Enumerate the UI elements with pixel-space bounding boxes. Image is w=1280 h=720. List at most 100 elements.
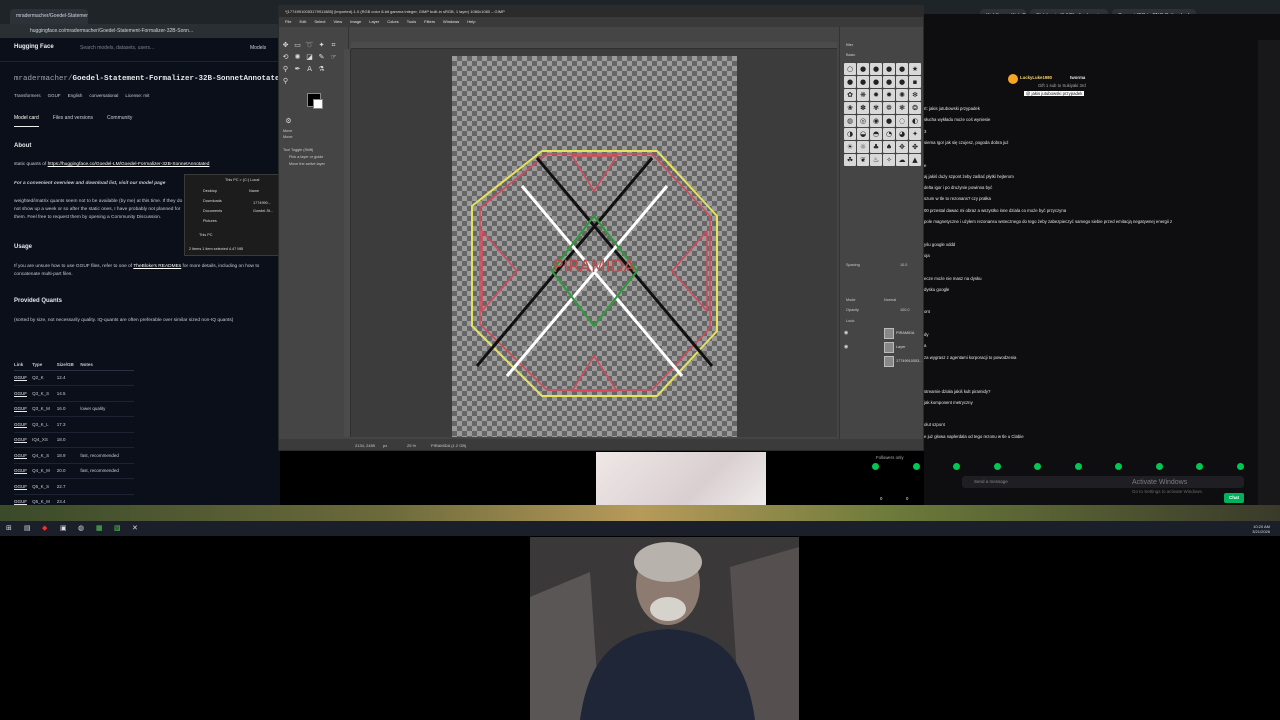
brush-preset-icon[interactable]: ♨	[870, 154, 882, 166]
tag-license[interactable]: License: mit	[125, 93, 149, 98]
gimp-taskbar-icon[interactable]: ◍	[78, 525, 85, 532]
brush-preset-icon[interactable]: ✸	[883, 89, 895, 101]
brush-set-label[interactable]: Basic	[846, 53, 855, 57]
brush-preset-icon[interactable]: ▲	[909, 154, 921, 166]
explorer-name-header[interactable]: Name	[249, 189, 259, 193]
folder-taskbar-icon[interactable]: ▣	[60, 525, 67, 532]
start-icon[interactable]: ⊞	[6, 525, 13, 532]
repo-name[interactable]: Goedel-Statement-Formalizer-32B-SonnetAn…	[73, 75, 280, 83]
brush-preset-icon[interactable]: ❀	[844, 102, 856, 114]
lasso-tool-icon[interactable]: ➰	[305, 41, 314, 50]
move-tool-icon[interactable]: ✥	[281, 41, 290, 50]
gimp-title-bar[interactable]: *[17749910053179911885] (imported)-1.0 (…	[279, 6, 923, 17]
spacing-value[interactable]: 10.0	[900, 263, 907, 267]
emote-icon[interactable]	[1155, 463, 1163, 470]
menu-layer[interactable]: Layer	[369, 19, 379, 25]
brush-preset-icon[interactable]: ✤	[909, 141, 921, 153]
brush-preset-icon[interactable]: ○	[844, 63, 856, 75]
smudge-tool-icon[interactable]: ☞	[329, 53, 338, 62]
usage-link[interactable]: TheBloke's READMEs	[133, 264, 181, 269]
menu-file[interactable]: File	[285, 19, 291, 25]
browser-tab-hf[interactable]: mradermacher/Goedel-Statement-	[10, 9, 88, 24]
quant-download-link[interactable]: GGUF	[14, 463, 33, 479]
layer-row-piramida[interactable]: ◉ PIRAMIDA	[844, 327, 922, 341]
menu-view[interactable]: View	[333, 19, 342, 25]
brush-preset-icon[interactable]: ◉	[870, 115, 882, 127]
tab-model-card[interactable]: Model card	[14, 115, 39, 127]
quant-download-link[interactable]: GGUF	[14, 478, 33, 495]
menu-tools[interactable]: Tools	[407, 19, 416, 25]
gimp-canvas-area[interactable]: PIRAMIDA	[351, 49, 837, 437]
explorer-item-desktop[interactable]: Desktop	[203, 189, 217, 193]
explorer-item-downloads[interactable]: Downloads	[203, 199, 222, 203]
brush-preset-icon[interactable]: ◕	[896, 128, 908, 140]
brush-preset-icon[interactable]: ❃	[896, 102, 908, 114]
layer-name[interactable]: 17749910053...	[896, 359, 922, 363]
brush-preset-icon[interactable]: ✾	[870, 102, 882, 114]
text-tool-icon[interactable]: A	[305, 65, 314, 74]
address-bar-left[interactable]: huggingface.co/mradermacher/Goedel-State…	[0, 24, 278, 38]
quant-download-link[interactable]: GGUF	[14, 401, 33, 417]
horizontal-ruler[interactable]	[351, 42, 837, 49]
brush-preset-icon[interactable]: ▪	[909, 76, 921, 88]
brush-preset-icon[interactable]: ●	[883, 115, 895, 127]
zoom-select[interactable]: 25 %	[407, 443, 416, 448]
brush-preset-icon[interactable]: ●	[857, 76, 869, 88]
clone-tool-icon[interactable]: ⚲	[281, 65, 290, 74]
brush-preset-icon[interactable]: ●	[870, 76, 882, 88]
brush-preset-icon[interactable]: ✺	[896, 89, 908, 101]
explorer-taskbar-icon[interactable]: ▤	[24, 525, 31, 532]
bucket-tool-icon[interactable]: ◪	[305, 53, 314, 62]
brush-preset-icon[interactable]: ●	[870, 63, 882, 75]
brush-preset-icon[interactable]: ◍	[844, 115, 856, 127]
explorer-file-1[interactable]: 1774990...	[253, 201, 271, 205]
brush-preset-icon[interactable]: ◐	[909, 115, 921, 127]
app-taskbar-icon[interactable]: ▦	[96, 525, 103, 532]
tag-transformers[interactable]: Transformers	[14, 93, 41, 98]
chat-send-button[interactable]: Chat	[1224, 493, 1244, 503]
quant-download-link[interactable]: GGUF	[14, 370, 33, 386]
emote-icon[interactable]	[1034, 463, 1041, 470]
menu-filters[interactable]: Filters	[424, 19, 435, 25]
brush-preset-icon[interactable]: ❁	[883, 102, 895, 114]
explorer-path[interactable]: This PC > (C:) Local	[225, 178, 259, 182]
brush-preset-icon[interactable]: ✽	[857, 102, 869, 114]
tool-options-tab-icon[interactable]: ⚙	[284, 117, 293, 126]
brush-preset-icon[interactable]: ●	[844, 76, 856, 88]
image-canvas[interactable]: PIRAMIDA	[452, 56, 737, 437]
fuzzy-select-icon[interactable]: ✦	[317, 41, 326, 50]
emote-icon[interactable]	[993, 463, 1001, 470]
chat-message-input[interactable]: Send a message	[962, 476, 1244, 488]
eye-icon[interactable]: ◉	[844, 330, 848, 336]
transform-tool-icon[interactable]: ⟲	[281, 53, 290, 62]
brush-preset-icon[interactable]: ❂	[909, 102, 921, 114]
about-link[interactable]: https://huggingface.co/Goedel-LM/Goedel-…	[48, 162, 210, 167]
brush-preset-icon[interactable]: ✿	[844, 89, 856, 101]
brush-preset-icon[interactable]: ✦	[909, 128, 921, 140]
emote-icon[interactable]	[912, 463, 920, 470]
brush-tool-icon[interactable]: ✎	[317, 53, 326, 62]
opacity-value[interactable]: 100.0	[900, 308, 910, 312]
hf-nav-models[interactable]: Models	[250, 45, 266, 51]
explorer-item-pictures[interactable]: Pictures	[203, 219, 217, 223]
brush-preset-icon[interactable]: ✻	[909, 89, 921, 101]
brush-preset-icon[interactable]: ♣	[870, 141, 882, 153]
quant-download-link[interactable]: GGUF	[14, 416, 33, 433]
brush-preset-icon[interactable]: ☼	[857, 141, 869, 153]
emote-icon[interactable]	[1196, 463, 1203, 470]
path-tool-icon[interactable]: ✒	[293, 65, 302, 74]
explorer-item-this-pc[interactable]: This PC	[199, 233, 213, 237]
eye-icon[interactable]: ◉	[844, 344, 848, 350]
layer-name[interactable]: Layer	[896, 345, 906, 349]
crop-tool-icon[interactable]: ⌗	[329, 41, 338, 50]
hf-search-input[interactable]: Search models, datasets, users...	[80, 45, 154, 51]
brush-preset-icon[interactable]: ●	[896, 63, 908, 75]
menu-colors[interactable]: Colors	[387, 19, 399, 25]
brush-preset-icon[interactable]: ●	[883, 63, 895, 75]
brush-preset-icon[interactable]: ●	[857, 63, 869, 75]
brush-preset-icon[interactable]: ✹	[870, 89, 882, 101]
brush-preset-icon[interactable]: ☁	[896, 154, 908, 166]
brush-preset-icon[interactable]: ☘	[844, 154, 856, 166]
gimp-window[interactable]: *[17749910053179911885] (imported)-1.0 (…	[278, 5, 924, 451]
emote-icon[interactable]	[1115, 463, 1122, 470]
